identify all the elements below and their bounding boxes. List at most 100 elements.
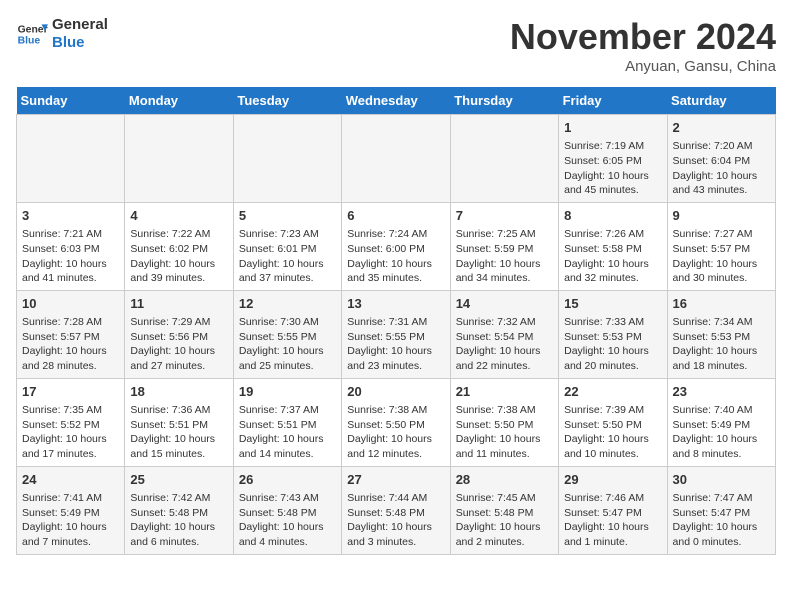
day-cell: 7 Sunrise: 7:25 AM Sunset: 5:59 PM Daylig…: [450, 202, 558, 290]
day-info: Sunrise: 7:47 AM Sunset: 5:47 PM Dayligh…: [673, 491, 770, 550]
day-info: Sunrise: 7:24 AM Sunset: 6:00 PM Dayligh…: [347, 227, 444, 286]
title-block: November 2024 Anyuan, Gansu, China: [510, 16, 776, 75]
day-info: Sunrise: 7:26 AM Sunset: 5:58 PM Dayligh…: [564, 227, 661, 286]
week-row-3: 10 Sunrise: 7:28 AM Sunset: 5:57 PM Dayli…: [17, 290, 776, 378]
day-number: 29: [564, 471, 661, 489]
weekday-monday: Monday: [125, 87, 233, 115]
week-row-5: 24 Sunrise: 7:41 AM Sunset: 5:49 PM Dayli…: [17, 466, 776, 554]
day-number: 7: [456, 207, 553, 225]
weekday-wednesday: Wednesday: [342, 87, 450, 115]
day-number: 16: [673, 295, 770, 313]
day-cell: [233, 115, 341, 203]
weekday-thursday: Thursday: [450, 87, 558, 115]
month-title: November 2024: [510, 16, 776, 58]
day-info: Sunrise: 7:28 AM Sunset: 5:57 PM Dayligh…: [22, 315, 119, 374]
day-number: 12: [239, 295, 336, 313]
day-cell: 6 Sunrise: 7:24 AM Sunset: 6:00 PM Daylig…: [342, 202, 450, 290]
day-number: 4: [130, 207, 227, 225]
day-info: Sunrise: 7:43 AM Sunset: 5:48 PM Dayligh…: [239, 491, 336, 550]
logo-blue: Blue: [52, 34, 108, 52]
logo-icon: General Blue: [16, 18, 48, 50]
day-cell: 8 Sunrise: 7:26 AM Sunset: 5:58 PM Daylig…: [559, 202, 667, 290]
day-number: 15: [564, 295, 661, 313]
day-info: Sunrise: 7:25 AM Sunset: 5:59 PM Dayligh…: [456, 227, 553, 286]
day-cell: 20 Sunrise: 7:38 AM Sunset: 5:50 PM Dayli…: [342, 378, 450, 466]
day-info: Sunrise: 7:36 AM Sunset: 5:51 PM Dayligh…: [130, 403, 227, 462]
day-cell: 5 Sunrise: 7:23 AM Sunset: 6:01 PM Daylig…: [233, 202, 341, 290]
day-cell: 12 Sunrise: 7:30 AM Sunset: 5:55 PM Dayli…: [233, 290, 341, 378]
weekday-header-row: SundayMondayTuesdayWednesdayThursdayFrid…: [17, 87, 776, 115]
weekday-sunday: Sunday: [17, 87, 125, 115]
day-cell: 11Sunrise: 7:29 AM Sunset: 5:56 PM Dayli…: [125, 290, 233, 378]
day-cell: 16 Sunrise: 7:34 AM Sunset: 5:53 PM Dayli…: [667, 290, 775, 378]
weekday-friday: Friday: [559, 87, 667, 115]
day-number: 17: [22, 383, 119, 401]
day-info: Sunrise: 7:38 AM Sunset: 5:50 PM Dayligh…: [456, 403, 553, 462]
day-number: 13: [347, 295, 444, 313]
calendar-body: 1Sunrise: 7:19 AM Sunset: 6:05 PM Daylig…: [17, 115, 776, 555]
day-info: Sunrise: 7:46 AM Sunset: 5:47 PM Dayligh…: [564, 491, 661, 550]
day-number: 30: [673, 471, 770, 489]
day-number: 6: [347, 207, 444, 225]
day-cell: 18 Sunrise: 7:36 AM Sunset: 5:51 PM Dayli…: [125, 378, 233, 466]
week-row-2: 3 Sunrise: 7:21 AM Sunset: 6:03 PM Daylig…: [17, 202, 776, 290]
week-row-1: 1Sunrise: 7:19 AM Sunset: 6:05 PM Daylig…: [17, 115, 776, 203]
day-number: 22: [564, 383, 661, 401]
day-cell: 3 Sunrise: 7:21 AM Sunset: 6:03 PM Daylig…: [17, 202, 125, 290]
day-number: 20: [347, 383, 444, 401]
location-subtitle: Anyuan, Gansu, China: [510, 58, 776, 75]
day-info: Sunrise: 7:21 AM Sunset: 6:03 PM Dayligh…: [22, 227, 119, 286]
calendar-table: SundayMondayTuesdayWednesdayThursdayFrid…: [16, 87, 776, 555]
day-number: 10: [22, 295, 119, 313]
day-cell: 14Sunrise: 7:32 AM Sunset: 5:54 PM Dayli…: [450, 290, 558, 378]
day-cell: 27Sunrise: 7:44 AM Sunset: 5:48 PM Dayli…: [342, 466, 450, 554]
week-row-4: 17 Sunrise: 7:35 AM Sunset: 5:52 PM Dayli…: [17, 378, 776, 466]
day-number: 9: [673, 207, 770, 225]
day-number: 14: [456, 295, 553, 313]
day-cell: 13 Sunrise: 7:31 AM Sunset: 5:55 PM Dayli…: [342, 290, 450, 378]
day-number: 5: [239, 207, 336, 225]
day-number: 3: [22, 207, 119, 225]
day-info: Sunrise: 7:19 AM Sunset: 6:05 PM Dayligh…: [564, 139, 661, 198]
day-cell: 4 Sunrise: 7:22 AM Sunset: 6:02 PM Daylig…: [125, 202, 233, 290]
day-cell: 15Sunrise: 7:33 AM Sunset: 5:53 PM Dayli…: [559, 290, 667, 378]
day-info: Sunrise: 7:35 AM Sunset: 5:52 PM Dayligh…: [22, 403, 119, 462]
day-info: Sunrise: 7:40 AM Sunset: 5:49 PM Dayligh…: [673, 403, 770, 462]
day-cell: 30 Sunrise: 7:47 AM Sunset: 5:47 PM Dayli…: [667, 466, 775, 554]
day-info: Sunrise: 7:30 AM Sunset: 5:55 PM Dayligh…: [239, 315, 336, 374]
day-cell: 28Sunrise: 7:45 AM Sunset: 5:48 PM Dayli…: [450, 466, 558, 554]
day-cell: 10 Sunrise: 7:28 AM Sunset: 5:57 PM Dayli…: [17, 290, 125, 378]
svg-text:Blue: Blue: [18, 36, 41, 47]
page-header: General Blue General Blue November 2024 …: [16, 16, 776, 75]
day-info: Sunrise: 7:34 AM Sunset: 5:53 PM Dayligh…: [673, 315, 770, 374]
logo-general: General: [52, 16, 108, 34]
day-cell: 26Sunrise: 7:43 AM Sunset: 5:48 PM Dayli…: [233, 466, 341, 554]
day-info: Sunrise: 7:41 AM Sunset: 5:49 PM Dayligh…: [22, 491, 119, 550]
day-cell: [17, 115, 125, 203]
day-cell: [125, 115, 233, 203]
day-number: 8: [564, 207, 661, 225]
day-cell: 21 Sunrise: 7:38 AM Sunset: 5:50 PM Dayli…: [450, 378, 558, 466]
day-cell: 29 Sunrise: 7:46 AM Sunset: 5:47 PM Dayli…: [559, 466, 667, 554]
day-cell: 2Sunrise: 7:20 AM Sunset: 6:04 PM Daylig…: [667, 115, 775, 203]
day-number: 24: [22, 471, 119, 489]
day-number: 21: [456, 383, 553, 401]
day-info: Sunrise: 7:22 AM Sunset: 6:02 PM Dayligh…: [130, 227, 227, 286]
day-info: Sunrise: 7:44 AM Sunset: 5:48 PM Dayligh…: [347, 491, 444, 550]
logo: General Blue General Blue: [16, 16, 108, 52]
day-info: Sunrise: 7:23 AM Sunset: 6:01 PM Dayligh…: [239, 227, 336, 286]
day-cell: 24 Sunrise: 7:41 AM Sunset: 5:49 PM Dayli…: [17, 466, 125, 554]
day-cell: 23 Sunrise: 7:40 AM Sunset: 5:49 PM Dayli…: [667, 378, 775, 466]
weekday-tuesday: Tuesday: [233, 87, 341, 115]
day-cell: 1Sunrise: 7:19 AM Sunset: 6:05 PM Daylig…: [559, 115, 667, 203]
weekday-saturday: Saturday: [667, 87, 775, 115]
day-number: 23: [673, 383, 770, 401]
day-cell: 9Sunrise: 7:27 AM Sunset: 5:57 PM Daylig…: [667, 202, 775, 290]
day-cell: 19Sunrise: 7:37 AM Sunset: 5:51 PM Dayli…: [233, 378, 341, 466]
day-info: Sunrise: 7:20 AM Sunset: 6:04 PM Dayligh…: [673, 139, 770, 198]
day-number: 11: [130, 295, 227, 313]
day-info: Sunrise: 7:31 AM Sunset: 5:55 PM Dayligh…: [347, 315, 444, 374]
day-number: 18: [130, 383, 227, 401]
day-cell: 25Sunrise: 7:42 AM Sunset: 5:48 PM Dayli…: [125, 466, 233, 554]
day-info: Sunrise: 7:38 AM Sunset: 5:50 PM Dayligh…: [347, 403, 444, 462]
